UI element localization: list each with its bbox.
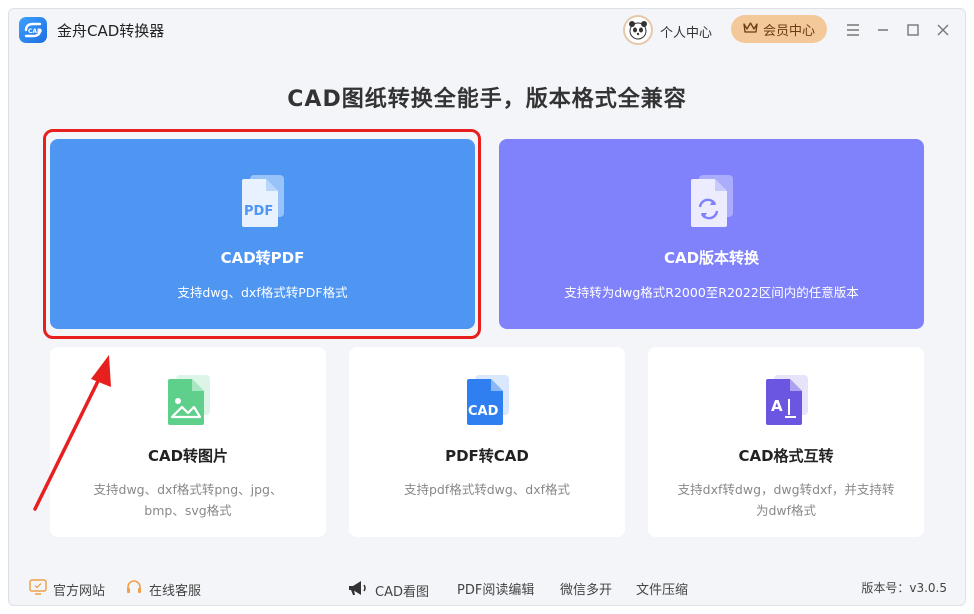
cad-file-icon: CAD <box>463 373 513 427</box>
official-website-link[interactable]: 官方网站 <box>29 579 105 599</box>
cad-to-pdf-card[interactable]: PDF CAD转PDF 支持dwg、dxf格式转PDF格式 <box>50 139 475 329</box>
cad-viewer-link[interactable]: CAD看图 <box>347 579 429 601</box>
file-compress-link[interactable]: 文件压缩 <box>636 579 688 598</box>
svg-text:CAD: CAD <box>468 404 499 419</box>
vip-center-label: 会员中心 <box>762 23 815 39</box>
headset-icon <box>125 579 143 599</box>
svg-text:PDF: PDF <box>244 204 273 219</box>
crown-icon <box>743 21 758 38</box>
user-avatar[interactable] <box>623 15 653 45</box>
app-title: 金舟CAD转换器 <box>57 22 165 40</box>
svg-text:CAD: CAD <box>28 28 42 35</box>
card-description: 支持dxf转dwg，dwg转dxf，并支持转为dwf格式 <box>677 482 895 518</box>
card-title: CAD转图片 <box>147 447 229 465</box>
wechat-multi-link[interactable]: 微信多开 <box>560 579 612 598</box>
official-website-label: 官方网站 <box>53 583 106 599</box>
wechat-multi-label: 微信多开 <box>560 583 613 598</box>
minimize-icon[interactable] <box>873 20 893 40</box>
card-title: CAD版本转换 <box>663 249 760 267</box>
personal-center-link[interactable]: 个人中心 <box>660 22 712 41</box>
cad-viewer-label: CAD看图 <box>375 584 429 600</box>
maximize-icon[interactable] <box>903 20 923 40</box>
card-description: 支持pdf格式转dwg、dxf格式 <box>403 482 571 497</box>
close-icon[interactable] <box>933 20 953 40</box>
card-description: 支持转为dwg格式R2000至R2022区间内的任意版本 <box>564 285 859 300</box>
pdf-editor-link[interactable]: PDF阅读编辑 <box>457 579 534 598</box>
version-convert-icon <box>687 173 737 229</box>
online-support-link[interactable]: 在线客服 <box>125 579 201 599</box>
card-title: CAD格式互转 <box>738 447 834 465</box>
vip-center-button[interactable]: 会员中心 <box>731 15 827 43</box>
megaphone-icon <box>347 579 369 601</box>
image-file-icon <box>164 373 214 427</box>
monitor-icon <box>29 579 47 599</box>
pdf-to-cad-card[interactable]: CAD PDF转CAD 支持pdf格式转dwg、dxf格式 <box>349 347 625 537</box>
pdf-file-icon: PDF <box>238 173 288 229</box>
footer-bar: 官方网站 在线客服 CAD看图 PDF阅读编辑 微信多开 文件压缩 版本号：v3… <box>9 569 965 603</box>
card-description: 支持dwg、dxf格式转png、jpg、bmp、svg格式 <box>93 482 283 518</box>
text-format-icon: A <box>762 373 812 427</box>
cad-to-image-card[interactable]: CAD转图片 支持dwg、dxf格式转png、jpg、bmp、svg格式 <box>50 347 326 537</box>
title-bar: CAD 金舟CAD转换器 个人中心 会员中心 <box>9 9 965 53</box>
svg-text:A: A <box>771 397 783 415</box>
menu-icon[interactable] <box>843 20 863 40</box>
card-description: 支持dwg、dxf格式转PDF格式 <box>177 285 348 300</box>
cad-format-convert-card[interactable]: A CAD格式互转 支持dxf转dwg，dwg转dxf，并支持转为dwf格式 <box>648 347 924 537</box>
card-title: PDF转CAD <box>445 447 529 465</box>
app-logo-icon: CAD <box>19 17 47 43</box>
version-label: 版本号：v3.0.5 <box>861 581 947 595</box>
cad-version-convert-card[interactable]: CAD版本转换 支持转为dwg格式R2000至R2022区间内的任意版本 <box>499 139 924 329</box>
pdf-editor-label: PDF阅读编辑 <box>457 583 535 598</box>
online-support-label: 在线客服 <box>149 583 202 599</box>
page-headline: CAD图纸转换全能手，版本格式全兼容 <box>287 87 687 112</box>
file-compress-label: 文件压缩 <box>636 583 689 598</box>
app-window: CAD 金舟CAD转换器 个人中心 会员中心 CAD图纸转换全能手，版本格式全兼… <box>8 8 966 606</box>
card-title: CAD转PDF <box>220 249 305 267</box>
